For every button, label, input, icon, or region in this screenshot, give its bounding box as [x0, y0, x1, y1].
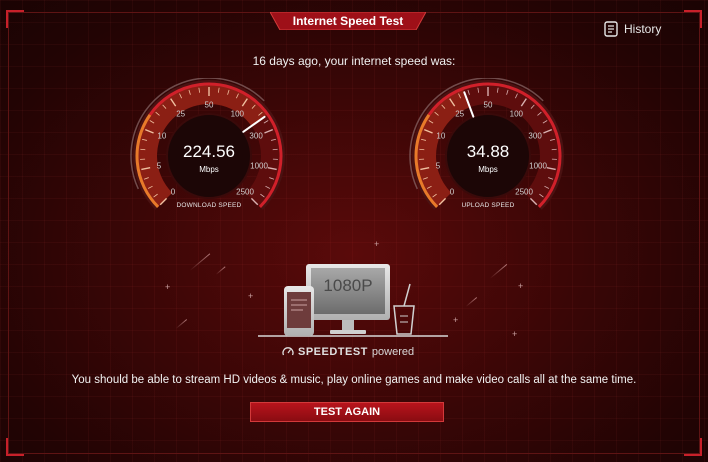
sparkle-decoration: +: [165, 282, 171, 292]
gauge-tick-label: 100: [509, 109, 524, 119]
history-button[interactable]: History: [604, 20, 661, 38]
speedtest-brand-text: SPEEDTEST: [298, 346, 368, 358]
sparkle-decoration: +: [248, 291, 254, 301]
result-message: You should be able to stream HD videos &…: [71, 374, 637, 386]
corner-accent: [684, 438, 702, 456]
speedtest-branding: SPEEDTEST powered: [282, 346, 414, 358]
gauge-tick-label: 0: [449, 187, 455, 197]
download-gauge: 224.56 Mbps DOWNLOAD SPEED 0 5 10 25 50 100 30…: [124, 78, 294, 218]
gauge-tick-label: 300: [528, 131, 542, 141]
corner-accent: [684, 10, 702, 28]
gauge-tick-label: 50: [204, 100, 214, 110]
gauge-tick-label: 0: [170, 187, 176, 197]
gauge-tick-label: 5: [435, 161, 441, 171]
sparkle-decoration: +: [518, 281, 524, 291]
devices-illustration: 1080P: [258, 262, 448, 346]
gauge-tick-label: 10: [436, 131, 446, 141]
download-speed-value: 224.56: [183, 142, 235, 161]
title-tab: Internet Speed Test: [270, 12, 426, 30]
gauge-tick-label: 25: [176, 109, 186, 119]
gauge-tick-label: 50: [483, 100, 493, 110]
result-subtitle: 16 days ago, your internet speed was:: [252, 54, 456, 68]
gauge-tick-label: 10: [157, 131, 167, 141]
upload-speed-label: UPLOAD SPEED: [461, 202, 515, 209]
gauge-tick-label: 1000: [529, 161, 547, 171]
monitor-resolution-text: 1080P: [323, 276, 373, 295]
upload-gauge: 34.88 Mbps UPLOAD SPEED 0 5 10 25 50 100 300 10…: [403, 78, 573, 218]
download-speed-label: DOWNLOAD SPEED: [176, 202, 242, 209]
sparkle-decoration: +: [453, 315, 459, 325]
corner-accent: [6, 10, 24, 28]
upload-speed-value: 34.88: [466, 142, 510, 161]
history-icon: [604, 21, 618, 37]
sparkle-decoration: +: [512, 329, 518, 339]
devices-graphic: [258, 264, 448, 337]
gauge-tick-label: 300: [249, 131, 263, 141]
panel-frame: [8, 12, 700, 454]
speedtest-logo-icon: [282, 347, 294, 356]
page-title: Internet Speed Test: [292, 14, 404, 28]
gauge-tick-label: 100: [230, 109, 245, 119]
gauge-tick-label: 25: [455, 109, 465, 119]
gauge-tick-label: 5: [156, 161, 162, 171]
gauge-tick-label: 1000: [250, 161, 268, 171]
gauge-tick-label: 2500: [236, 187, 254, 197]
download-speed-unit: Mbps: [199, 165, 219, 174]
history-label: History: [624, 22, 662, 36]
sparkle-decoration: +: [374, 239, 380, 249]
speed-test-panel: Internet Speed Test History 16 days ago,…: [0, 0, 708, 462]
test-again-button[interactable]: TEST AGAIN: [250, 402, 444, 422]
upload-speed-unit: Mbps: [478, 165, 498, 174]
corner-accent: [6, 438, 24, 456]
speedtest-powered-text: powered: [371, 346, 415, 358]
gauge-tick-label: 2500: [515, 187, 533, 197]
